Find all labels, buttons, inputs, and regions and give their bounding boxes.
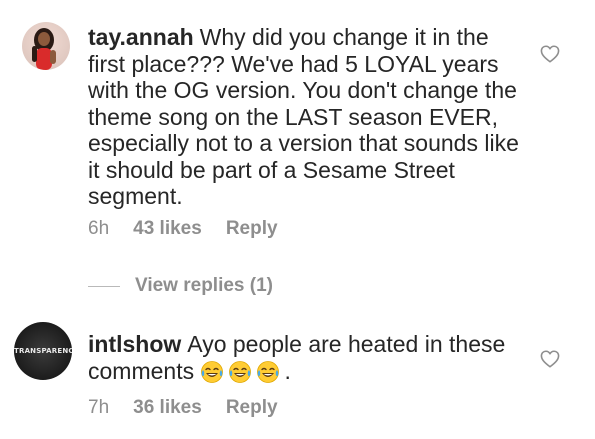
reply-button[interactable]: Reply (226, 397, 278, 418)
comment-body: intlshow Ayo people are heated in these c… (88, 331, 528, 384)
comment-body: tay.annah Why did you change it in the fi… (88, 24, 528, 210)
comment-time: 7h (88, 397, 110, 418)
face-with-tears-of-joy-icon (229, 360, 252, 383)
comment-text-suffix: . (284, 357, 291, 384)
avatar[interactable] (22, 22, 70, 70)
comment-meta: 6h 43 likes Reply (88, 218, 302, 240)
heart-outline-icon[interactable] (540, 45, 560, 63)
face-with-tears-of-joy-icon (201, 360, 224, 383)
user-photo-icon (32, 28, 56, 70)
avatar-logo-text: TRANSPARENCY (14, 347, 72, 355)
comment-text: Why did you change it in the first place… (88, 24, 519, 209)
divider-line (88, 286, 120, 287)
comment-username[interactable]: tay.annah (88, 24, 194, 50)
avatar[interactable]: TRANSPARENCY (14, 322, 72, 380)
comment-username[interactable]: intlshow (88, 331, 181, 357)
likes-count[interactable]: 36 likes (133, 397, 202, 418)
heart-outline-icon[interactable] (540, 350, 560, 368)
reply-button[interactable]: Reply (226, 218, 278, 239)
view-replies-button[interactable]: View replies (1) (135, 275, 273, 297)
likes-count[interactable]: 43 likes (133, 218, 202, 239)
comment-time: 6h (88, 218, 110, 239)
comment-meta: 7h 36 likes Reply (88, 397, 302, 419)
face-with-tears-of-joy-icon (257, 360, 280, 383)
